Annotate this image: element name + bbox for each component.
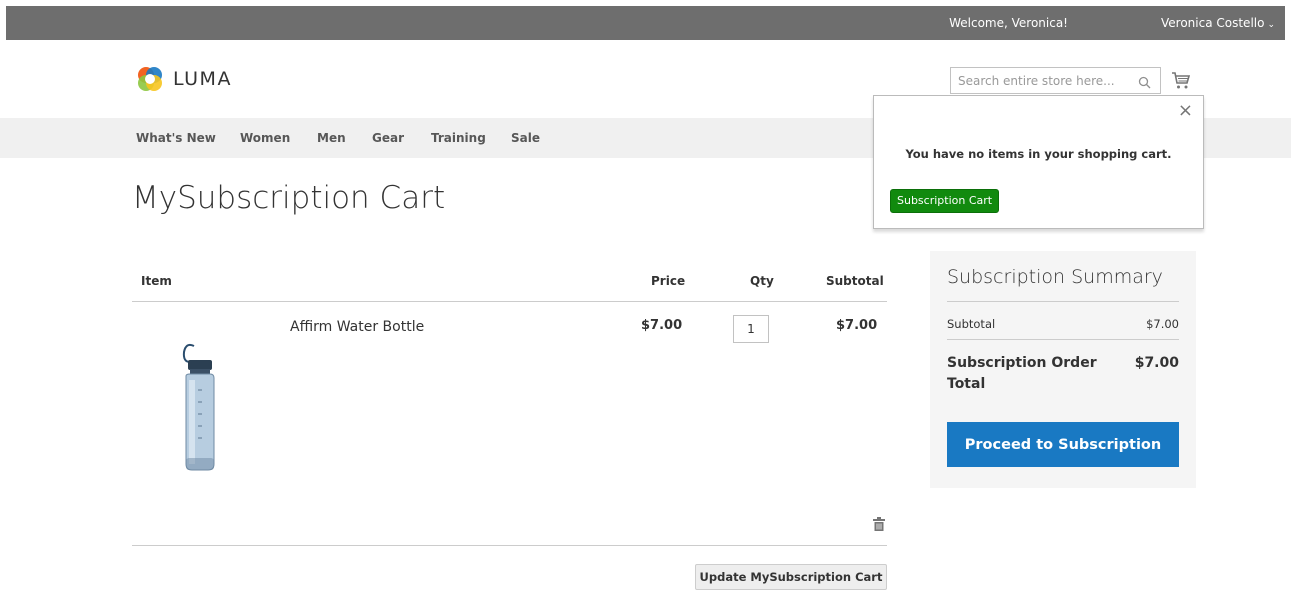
summary-divider [947, 301, 1179, 302]
nav-item-sale[interactable]: Sale [511, 131, 540, 145]
subscription-cart-button[interactable]: Subscription Cart [890, 189, 1000, 213]
search-icon[interactable] [1138, 74, 1151, 93]
qty-input[interactable] [733, 315, 769, 343]
top-panel: Welcome, Veronica! Veronica Costello ⌄ [6, 6, 1285, 40]
table-footer-divider [132, 545, 887, 546]
summary-total-value: $7.00 [1134, 355, 1179, 371]
page-title: MySubscription Cart [132, 180, 446, 216]
minicart-dropdown: × You have no items in your shopping car… [873, 95, 1204, 229]
column-header-price: Price [651, 274, 686, 288]
product-image[interactable] [176, 340, 224, 478]
summary-total-label: Subscription Order Total [947, 355, 1097, 392]
chevron-down-icon: ⌄ [1267, 20, 1275, 30]
nav-item-training[interactable]: Training [431, 131, 486, 145]
product-name[interactable]: Affirm Water Bottle [290, 319, 424, 335]
nav-item-women[interactable]: Women [240, 131, 290, 145]
summary-divider [947, 339, 1179, 340]
luma-logo-icon [138, 67, 162, 91]
nav-item-gear[interactable]: Gear [372, 131, 404, 145]
trash-icon[interactable] [873, 516, 885, 535]
summary-title: Subscription Summary [947, 266, 1163, 288]
search-input[interactable] [951, 68, 1131, 93]
nav-item-whats-new[interactable]: What's New [136, 131, 216, 145]
minicart-empty-message: You have no items in your shopping cart. [905, 147, 1172, 161]
search-box [950, 67, 1161, 94]
welcome-message: Welcome, Veronica! [949, 16, 1068, 30]
summary-subtotal-value: $7.00 [1146, 317, 1179, 331]
summary-subtotal-label: Subtotal [947, 317, 996, 331]
logo-text: LUMA [173, 67, 232, 90]
subscription-summary: Subscription Summary Subtotal $7.00 Subs… [930, 251, 1196, 488]
logo[interactable]: LUMA [137, 63, 232, 94]
cart-icon[interactable] [1171, 70, 1191, 94]
proceed-to-subscription-button[interactable]: Proceed to Subscription [947, 422, 1179, 467]
close-icon[interactable]: × [1178, 102, 1193, 120]
table-header-divider [132, 301, 887, 302]
customer-name: Veronica Costello [1161, 16, 1265, 30]
customer-menu[interactable]: Veronica Costello ⌄ [1161, 16, 1275, 30]
column-header-qty: Qty [750, 274, 774, 288]
update-cart-button[interactable]: Update MySubscription Cart [695, 564, 887, 590]
column-header-subtotal: Subtotal [826, 274, 884, 288]
nav-item-men[interactable]: Men [317, 131, 346, 145]
column-header-item: Item [141, 274, 172, 288]
item-subtotal: $7.00 [836, 318, 878, 333]
item-price: $7.00 [641, 318, 683, 333]
